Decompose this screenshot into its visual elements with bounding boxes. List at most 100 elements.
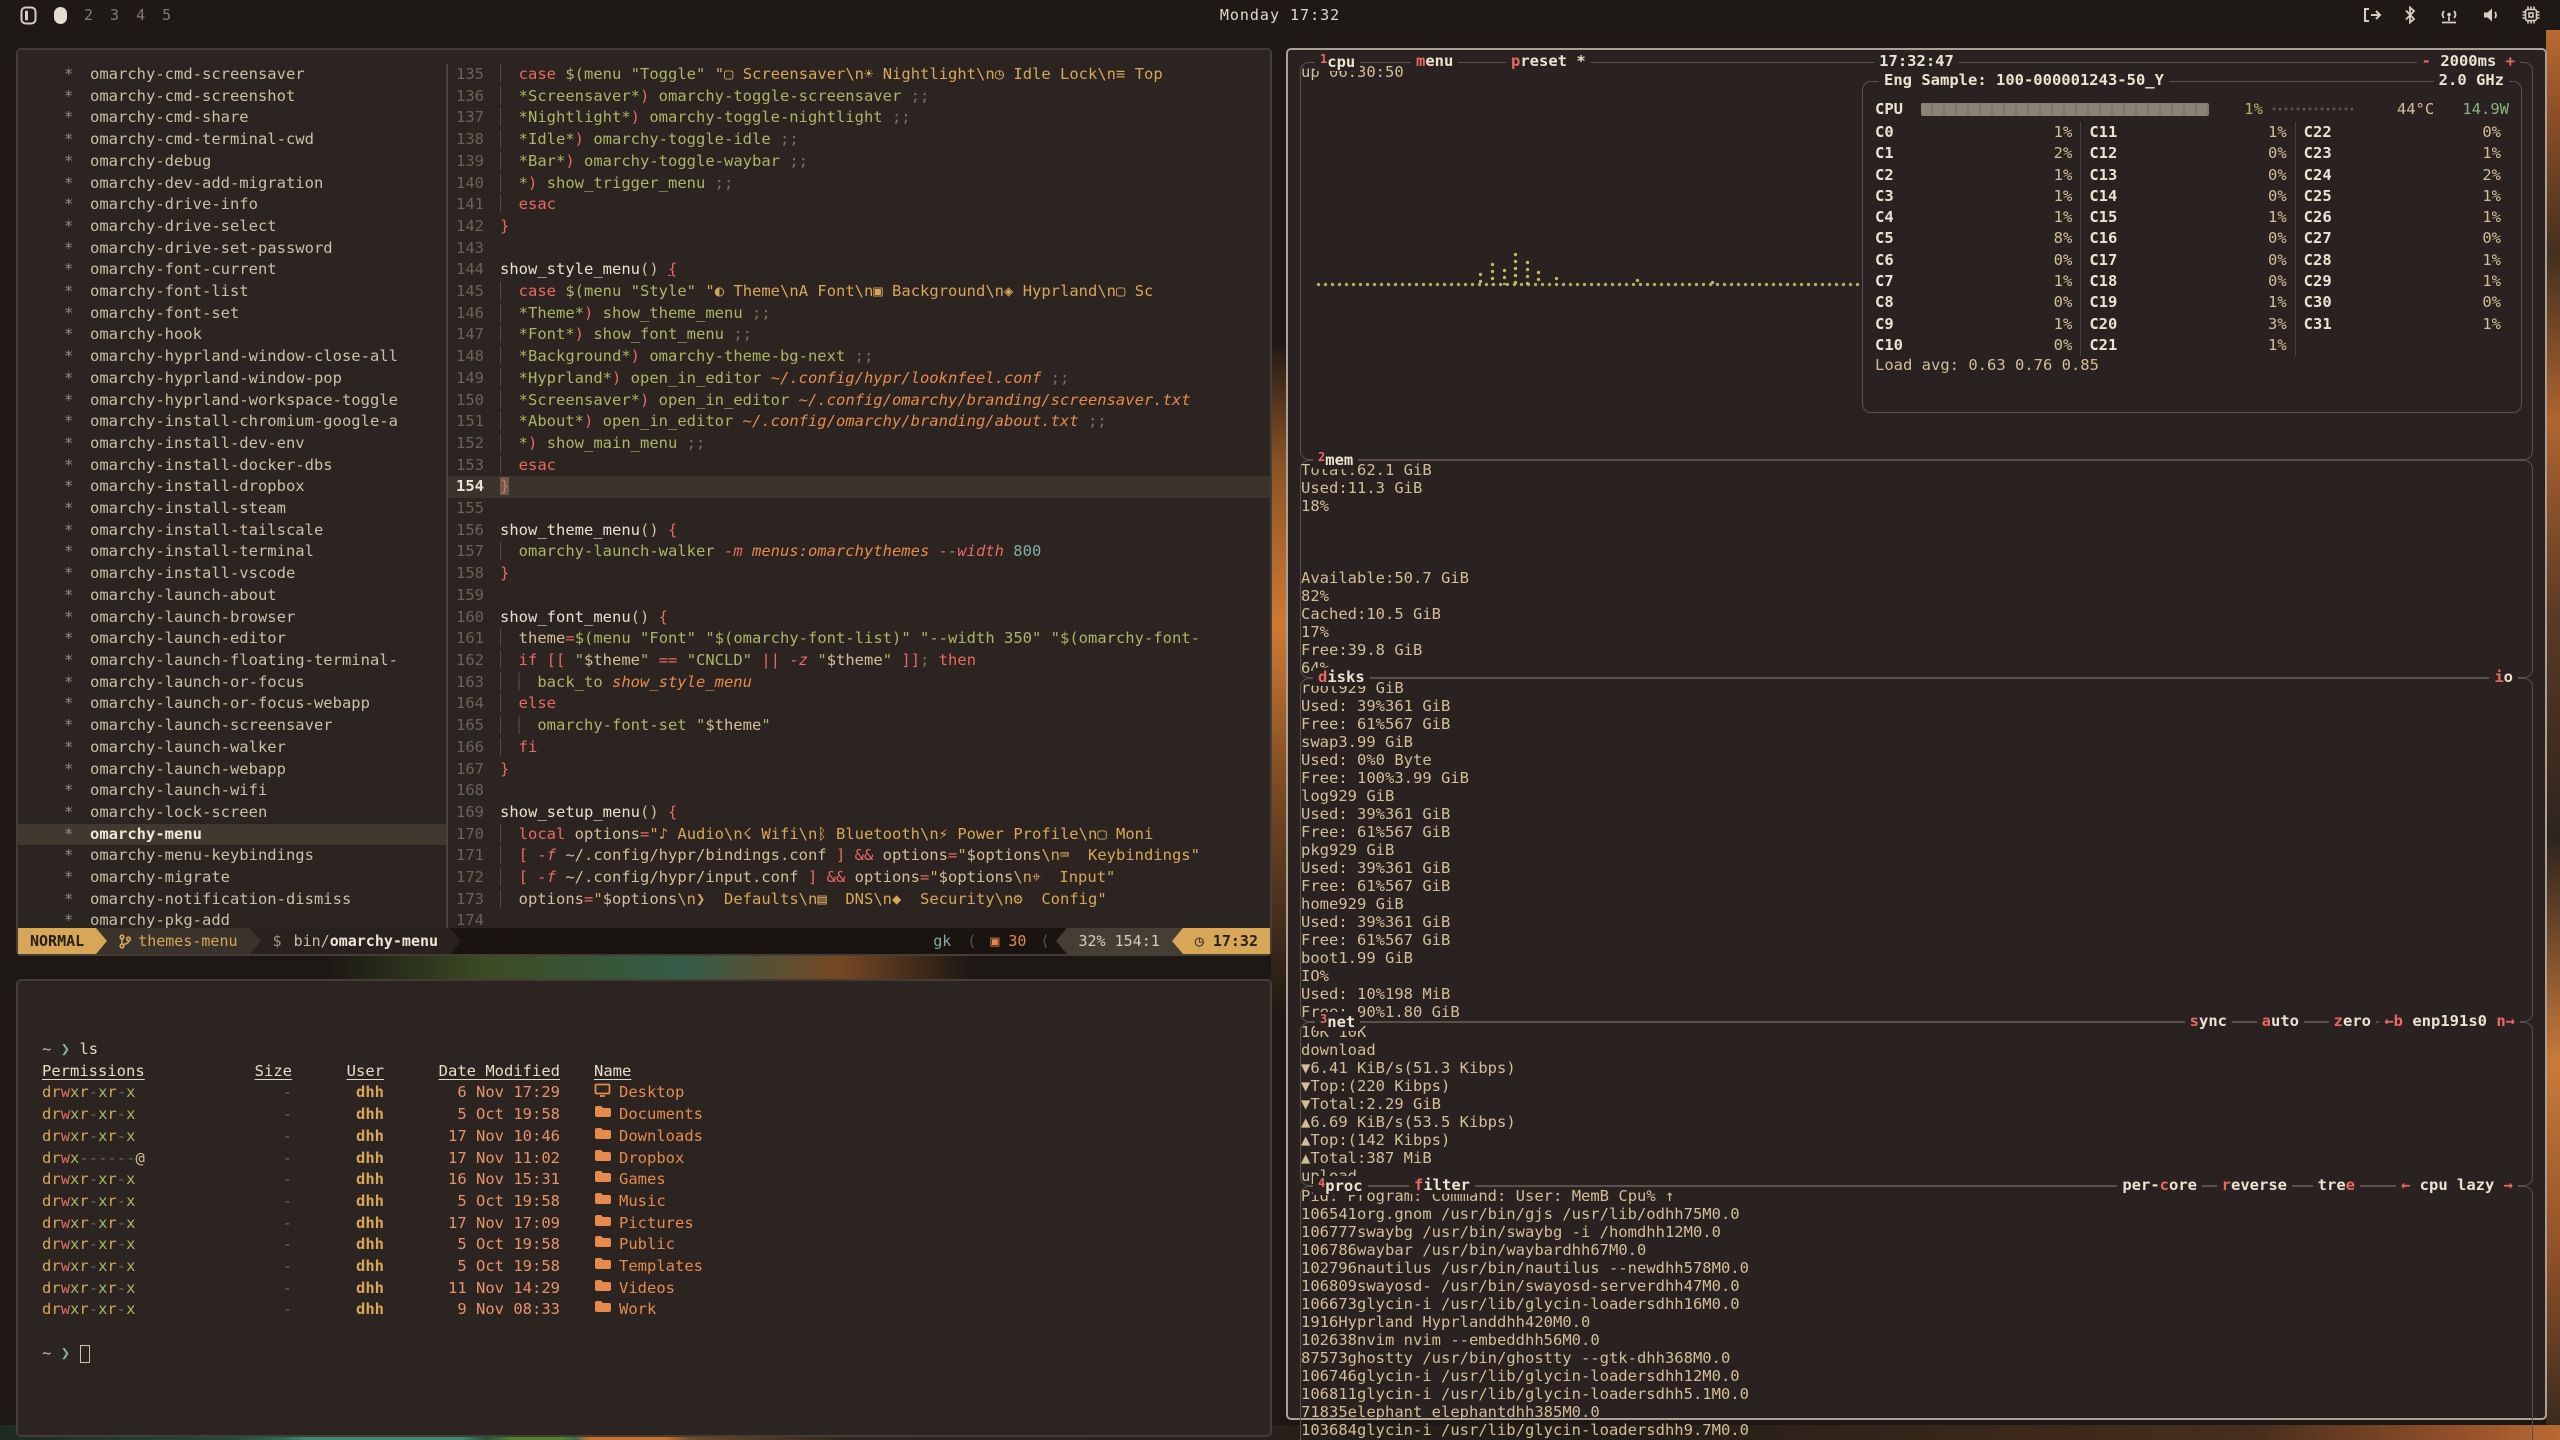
process-row[interactable]: 106673glycin-i /usr/lib/glycin-loadersdh… <box>1301 1295 2532 1313</box>
file-list-item[interactable]: *omarchy-font-set <box>18 303 446 325</box>
process-row[interactable]: 1916Hyprland Hyprlanddhh420M0.0 <box>1301 1313 2532 1331</box>
workspace-1-active[interactable] <box>54 7 67 24</box>
io-mode-button[interactable]: io <box>2489 668 2518 686</box>
file-star: * <box>64 194 90 216</box>
mem-box-title[interactable]: 2mem <box>1313 450 1358 469</box>
workspace-4[interactable]: 4 <box>136 6 145 24</box>
file-list-item[interactable]: *omarchy-menu-keybindings <box>18 845 446 867</box>
file-list-item[interactable]: *omarchy-font-current <box>18 259 446 281</box>
ls-row: drwxr-xr-x-dhh16 Nov 15:31Games <box>42 1169 1270 1191</box>
file-list-item[interactable]: *omarchy-cmd-screenshot <box>18 86 446 108</box>
statusline-keys: gk <box>923 932 961 950</box>
code-pane[interactable]: 135▏ case $(menu "Toggle" "▢ Screensaver… <box>448 64 1270 928</box>
process-row[interactable]: 106541org.gnom /usr/bin/gjs /usr/lib/odh… <box>1301 1205 2532 1223</box>
file-list-item[interactable]: *omarchy-launch-walker <box>18 737 446 759</box>
process-row[interactable]: 106786waybar /usr/bin/waybardhh67M0.0 <box>1301 1241 2532 1259</box>
file-list-item[interactable]: *omarchy-migrate <box>18 867 446 889</box>
file-list-item[interactable]: *omarchy-cmd-terminal-cwd <box>18 129 446 151</box>
file-list-item[interactable]: *omarchy-drive-select <box>18 216 446 238</box>
process-row[interactable]: 103684glycin-i /usr/lib/glycin-loadersdh… <box>1301 1421 2532 1439</box>
file-list-item[interactable]: *omarchy-cmd-share <box>18 107 446 129</box>
core-row: C151% <box>2089 207 2286 228</box>
file-list-item[interactable]: *omarchy-install-docker-dbs <box>18 455 446 477</box>
file-list-item[interactable]: *omarchy-pkg-add <box>18 910 446 928</box>
omarchy-logo-icon[interactable] <box>20 6 37 25</box>
process-row[interactable]: 102796nautilus /usr/bin/nautilus --newdh… <box>1301 1259 2532 1277</box>
logout-icon[interactable] <box>2362 7 2382 23</box>
volume-icon[interactable] <box>2482 7 2500 23</box>
file-list-item[interactable]: *omarchy-hyprland-window-close-all <box>18 346 446 368</box>
file-list-item[interactable]: *omarchy-launch-or-focus <box>18 672 446 694</box>
file-list-item[interactable]: *omarchy-launch-wifi <box>18 780 446 802</box>
cpu-box: 1cpu menu preset * 17:32:47 - 2000ms + E… <box>1300 62 2533 460</box>
file-list-item[interactable]: *omarchy-menu <box>18 824 446 846</box>
menu-button[interactable]: menu <box>1411 52 1458 70</box>
proc-box-title[interactable]: 4proc <box>1313 1176 1368 1195</box>
file-list-item[interactable]: *omarchy-launch-screensaver <box>18 715 446 737</box>
workspace-3[interactable]: 3 <box>110 6 119 24</box>
terminal-editor-window[interactable]: *omarchy-cmd-screensaver*omarchy-cmd-scr… <box>16 48 1272 956</box>
workspace-2[interactable]: 2 <box>84 6 93 24</box>
file-list-item[interactable]: *omarchy-install-chromium-google-a <box>18 411 446 433</box>
net-interface-switcher[interactable]: ←b enp191s0 n→ <box>2379 1012 2520 1030</box>
file-list-item[interactable]: *omarchy-dev-add-migration <box>18 173 446 195</box>
file-list-item[interactable]: *omarchy-install-dropbox <box>18 476 446 498</box>
process-row[interactable]: 106811glycin-i /usr/lib/glycin-loadersdh… <box>1301 1385 2532 1403</box>
file-list-item[interactable]: *omarchy-hyprland-workspace-toggle <box>18 390 446 412</box>
proc-percore-button[interactable]: per-core <box>2117 1176 2202 1194</box>
net-sync-button[interactable]: sync <box>2185 1012 2232 1030</box>
net-stat-row: ▼Total:2.29 GiB <box>1301 1095 2532 1113</box>
file-list-item[interactable]: *omarchy-notification-dismiss <box>18 889 446 911</box>
folder-icon <box>594 1148 611 1170</box>
file-list-item[interactable]: *omarchy-install-steam <box>18 498 446 520</box>
file-list-item[interactable]: *omarchy-launch-editor <box>18 628 446 650</box>
net-zero-button[interactable]: zero <box>2329 1012 2376 1030</box>
code-line: 167} <box>448 759 1270 781</box>
code-line: 173▏ options="$options\n❯ Defaults\n▤ DN… <box>448 889 1270 911</box>
file-list-item[interactable]: *omarchy-launch-webapp <box>18 759 446 781</box>
proc-sort-selector[interactable]: ← cpu lazy → <box>2396 1176 2518 1194</box>
net-box-title[interactable]: 3net <box>1315 1012 1360 1031</box>
folder-icon <box>594 1169 611 1191</box>
process-row[interactable]: 102638nvim nvim --embeddhh56M0.0 <box>1301 1331 2532 1349</box>
file-star: * <box>64 86 90 108</box>
process-row[interactable]: 106809swayosd- /usr/bin/swayosd-serverdh… <box>1301 1277 2532 1295</box>
update-interval[interactable]: - 2000ms + <box>2417 52 2520 70</box>
cpu-box-title[interactable]: 1cpu <box>1315 52 1360 71</box>
process-row[interactable]: 106777swaybg /usr/bin/swaybg -i /homdhh1… <box>1301 1223 2532 1241</box>
file-list-item[interactable]: *omarchy-launch-floating-terminal- <box>18 650 446 672</box>
file-list-item[interactable]: *omarchy-font-list <box>18 281 446 303</box>
file-list-item[interactable]: *omarchy-drive-info <box>18 194 446 216</box>
file-list-item[interactable]: *omarchy-launch-or-focus-webapp <box>18 693 446 715</box>
preset-button[interactable]: preset * <box>1506 52 1591 70</box>
file-list-item[interactable]: *omarchy-hyprland-window-pop <box>18 368 446 390</box>
workspace-5[interactable]: 5 <box>162 6 171 24</box>
proc-filter-button[interactable]: filter <box>1409 1176 1475 1194</box>
file-list-item[interactable]: *omarchy-install-dev-env <box>18 433 446 455</box>
file-list-item[interactable]: *omarchy-install-tailscale <box>18 520 446 542</box>
process-row[interactable]: 87573ghostty /usr/bin/ghostty --gtk-dhh3… <box>1301 1349 2532 1367</box>
process-row[interactable]: 106746glycin-i /usr/lib/glycin-loadersdh… <box>1301 1367 2532 1385</box>
file-list-item[interactable]: *omarchy-debug <box>18 151 446 173</box>
terminal-shell-window[interactable]: ~ ❯ ls Permissions Size User Date Modifi… <box>16 979 1272 1437</box>
code-line: 161▏ theme=$(menu "Font" "$(omarchy-font… <box>448 628 1270 650</box>
file-list-item[interactable]: *omarchy-install-terminal <box>18 541 446 563</box>
file-list-item[interactable]: *omarchy-drive-set-password <box>18 238 446 260</box>
disks-box-title[interactable]: disks <box>1313 668 1370 686</box>
file-list-item[interactable]: *omarchy-install-vscode <box>18 563 446 585</box>
proc-reverse-button[interactable]: reverse <box>2217 1176 2292 1194</box>
cpu-icon[interactable] <box>2522 6 2540 24</box>
file-list: *omarchy-cmd-screensaver*omarchy-cmd-scr… <box>18 64 446 928</box>
file-list-item[interactable]: *omarchy-cmd-screensaver <box>18 64 446 86</box>
btop-monitor-window[interactable]: 1cpu menu preset * 17:32:47 - 2000ms + E… <box>1286 48 2547 1420</box>
process-row[interactable]: 71835elephant elephantdhh385M0.0 <box>1301 1403 2532 1421</box>
file-list-item[interactable]: *omarchy-launch-about <box>18 585 446 607</box>
bluetooth-icon[interactable] <box>2404 6 2416 24</box>
net-auto-button[interactable]: auto <box>2257 1012 2304 1030</box>
file-list-item[interactable]: *omarchy-hook <box>18 324 446 346</box>
file-list-item[interactable]: *omarchy-launch-browser <box>18 607 446 629</box>
network-icon[interactable] <box>2438 7 2460 24</box>
file-list-item[interactable]: *omarchy-lock-screen <box>18 802 446 824</box>
shell-prompt-empty[interactable]: ~ ❯ <box>42 1343 1270 1365</box>
proc-tree-button[interactable]: tree <box>2313 1176 2360 1194</box>
